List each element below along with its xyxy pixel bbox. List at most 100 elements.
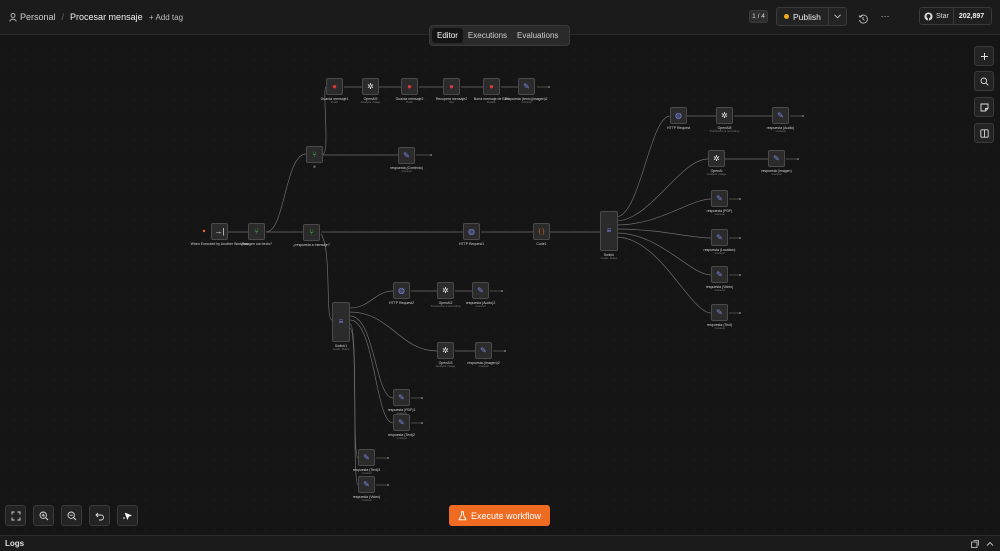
branch-icon: ⑂: [309, 227, 314, 237]
popout-icon[interactable]: [971, 540, 979, 548]
node-resp_imagen2[interactable]: ✎: [475, 342, 492, 359]
node-resp_video[interactable]: ✎: [711, 266, 728, 283]
redis-icon: ●: [489, 81, 494, 91]
github-star-section: Star: [920, 8, 954, 24]
switch-icon: ≡: [338, 317, 344, 326]
chevron-up-icon[interactable]: [986, 540, 994, 548]
node-if3[interactable]: ⑂: [303, 224, 320, 241]
undo-button[interactable]: [89, 505, 110, 526]
zoom-out-button[interactable]: [61, 505, 82, 526]
node-subtitle: manual: [521, 100, 532, 104]
node-redis3[interactable]: ●: [443, 78, 460, 95]
node-resp_imagen[interactable]: ✎: [768, 150, 785, 167]
search-nodes-button[interactable]: [974, 71, 994, 91]
openai-icon: ✲: [713, 153, 720, 163]
node-redis2[interactable]: ●: [401, 78, 418, 95]
publish-button-group: Publish: [776, 7, 847, 26]
zoom-out-icon: [67, 511, 76, 520]
node-switch[interactable]: ≡: [600, 211, 618, 251]
execute-workflow-button[interactable]: Execute workflow: [449, 505, 550, 526]
github-star-count: 202,897: [958, 12, 985, 20]
fit-view-button[interactable]: [5, 505, 26, 526]
history-icon: [858, 14, 868, 24]
node-resp_texto_img[interactable]: ✎: [518, 78, 535, 95]
publish-label: Publish: [793, 11, 821, 22]
chevron-down-icon: [833, 14, 841, 19]
node-subtitle: manual: [775, 129, 786, 133]
node-resp_video2[interactable]: ✎: [358, 476, 375, 493]
node-openai3[interactable]: ✲: [437, 342, 454, 359]
workflow-canvas[interactable]: [0, 35, 1000, 535]
switch-icon: ≡: [606, 226, 612, 235]
tab-executions[interactable]: Executions: [463, 28, 512, 43]
edit-icon: ✎: [477, 285, 484, 295]
workflow-name[interactable]: Procesar mensaje: [70, 12, 143, 22]
node-subtitle: manual: [714, 288, 725, 292]
more-icon: ⋯: [880, 11, 890, 21]
node-resp_text3[interactable]: ✎: [358, 449, 375, 466]
node-resp_audio[interactable]: ✎: [772, 107, 789, 124]
openai-icon: ✲: [721, 110, 728, 120]
redis-icon: ●: [407, 81, 412, 91]
node-subtitle: manual: [361, 498, 372, 502]
node-openai_img[interactable]: ✲: [708, 150, 725, 167]
publish-button[interactable]: Publish: [777, 8, 829, 25]
sticky-note-button[interactable]: [974, 97, 994, 117]
node-subtitle: manual: [478, 364, 489, 368]
node-openai9[interactable]: ✲: [362, 78, 379, 95]
history-button[interactable]: [858, 11, 870, 24]
branch-icon: ⑂: [312, 149, 317, 159]
add-node-button[interactable]: [974, 46, 994, 66]
node-label: ¿respuesta a mensaje?: [293, 243, 330, 247]
openai-icon: ✲: [442, 285, 449, 295]
node-resp_audio2[interactable]: ✎: [472, 282, 489, 299]
node-label: If: [313, 165, 316, 169]
node-http_top[interactable]: ◍: [670, 107, 687, 124]
node-subtitle: manual: [714, 326, 725, 330]
fit-view-icon: [11, 511, 20, 520]
node-resp_pdf[interactable]: ✎: [711, 190, 728, 207]
edit-icon: ✎: [480, 345, 487, 355]
edit-icon: ✎: [523, 81, 530, 91]
node-if2[interactable]: ⑂: [306, 146, 323, 163]
node-subtitle: manual: [714, 212, 725, 216]
add-tag-button[interactable]: + Add tag: [149, 0, 183, 34]
node-label: HTTP Request1: [458, 242, 485, 246]
github-star-button[interactable]: Star 202,897: [919, 7, 992, 25]
node-resp_text2[interactable]: ✎: [393, 414, 410, 431]
zoom-in-button[interactable]: [33, 505, 54, 526]
tab-editor[interactable]: Editor: [432, 28, 463, 43]
github-star-label: Star: [936, 12, 949, 20]
more-options-button[interactable]: ⋯: [879, 10, 891, 22]
globe-icon: ◍: [468, 226, 475, 236]
breadcrumb-separator: /: [61, 12, 65, 22]
node-http2[interactable]: ◍: [393, 282, 410, 299]
branch-icon: ⑂: [254, 226, 259, 236]
node-if1[interactable]: ⑂: [248, 223, 265, 240]
workspace-link[interactable]: Personal: [20, 12, 56, 22]
node-subtitle: manual: [475, 304, 486, 308]
node-switch1[interactable]: ≡: [332, 302, 350, 342]
node-http1[interactable]: ◍: [463, 223, 480, 240]
publish-dropdown-button[interactable]: [829, 8, 846, 25]
node-subtitle: manual: [401, 169, 412, 173]
tab-evaluations[interactable]: Evaluations: [512, 28, 563, 43]
node-resp_contexto[interactable]: ✎: [398, 147, 415, 164]
node-trigger[interactable]: →|: [211, 223, 228, 240]
node-resp_pdf2[interactable]: ✎: [393, 389, 410, 406]
node-openai_top[interactable]: ✲: [716, 107, 733, 124]
tidy-up-button[interactable]: [117, 505, 138, 526]
version-badge[interactable]: 1 / 4: [749, 10, 768, 23]
edit-icon: ✎: [363, 479, 370, 489]
logs-bar[interactable]: Logs: [0, 535, 1000, 551]
node-code1[interactable]: { }: [533, 223, 550, 240]
node-openai2[interactable]: ✲: [437, 282, 454, 299]
toggle-panel-button[interactable]: [974, 123, 994, 143]
node-redis4[interactable]: ●: [483, 78, 500, 95]
node-resp_text[interactable]: ✎: [711, 304, 728, 321]
node-subtitle: mode: Rules: [600, 256, 618, 260]
node-redis1[interactable]: ●: [326, 78, 343, 95]
edit-icon: ✎: [716, 269, 723, 279]
search-icon: [980, 77, 989, 86]
node-resp_location[interactable]: ✎: [711, 229, 728, 246]
